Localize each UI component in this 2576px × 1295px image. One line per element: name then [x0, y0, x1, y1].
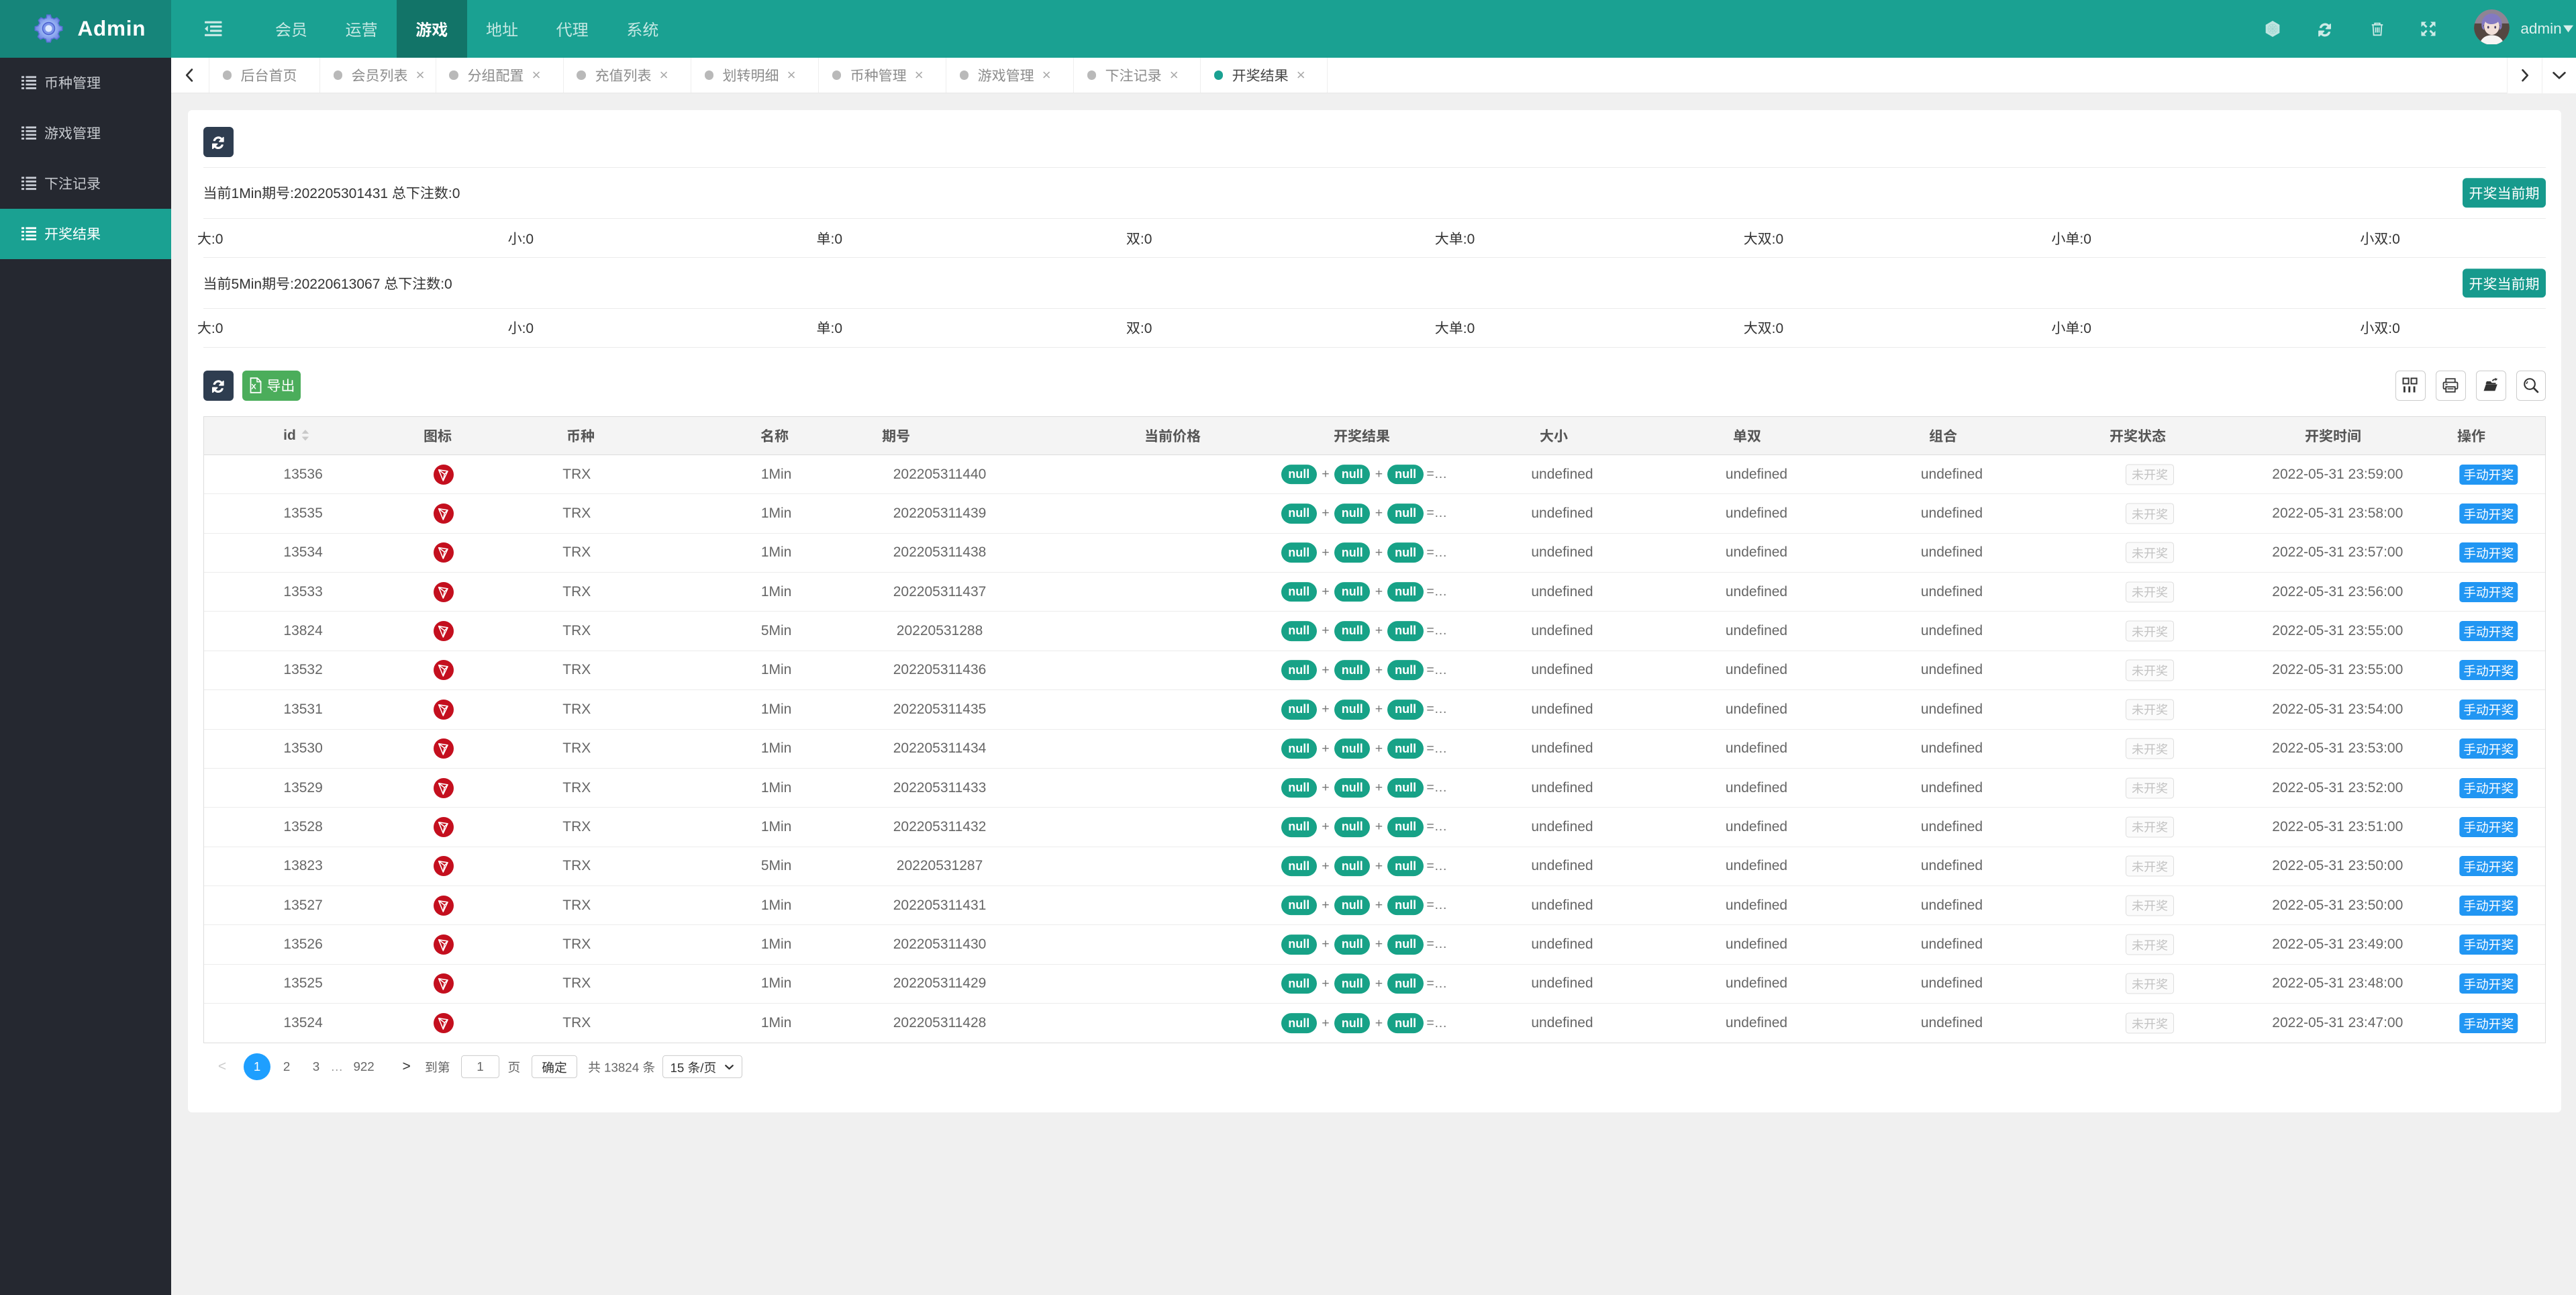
svg-text:X: X: [251, 383, 256, 391]
